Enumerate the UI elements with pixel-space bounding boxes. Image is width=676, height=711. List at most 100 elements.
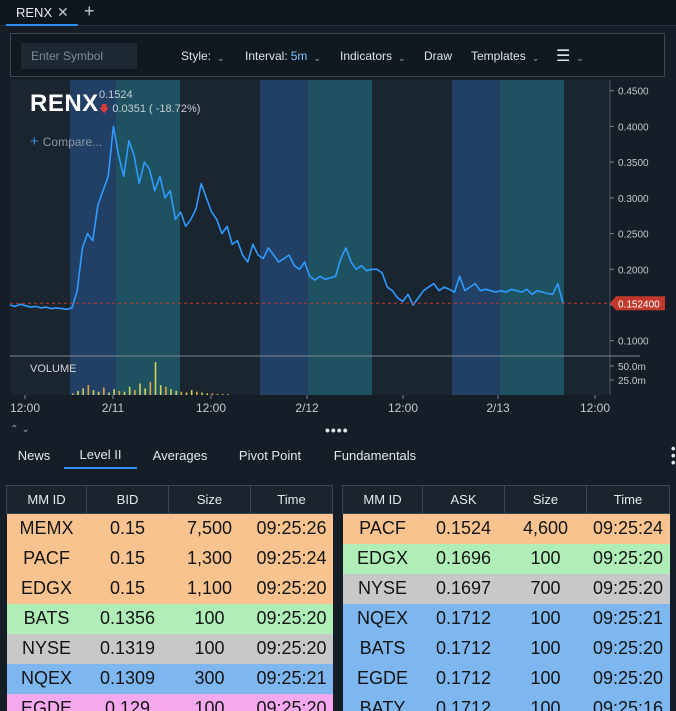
session-band (116, 80, 180, 395)
tab-pivot-point-label: Pivot Point (238, 447, 302, 463)
volume-bar (211, 393, 214, 395)
col-header[interactable]: MM ID (342, 485, 423, 514)
table-row[interactable]: NYSE 0.1319 100 09:25:20 (6, 633, 333, 664)
cell-time: 09:25:20 (250, 693, 333, 711)
cell-size: 100 (168, 633, 251, 664)
style-dropdown[interactable]: Style: ⌄ (181, 34, 225, 78)
table-row[interactable]: BATY 0.1712 100 09:25:16 (342, 693, 670, 711)
col-header[interactable]: Size (168, 485, 251, 514)
chevron-down-icon: ⌄ (217, 52, 225, 63)
x-tick-label: 12:00 (388, 401, 418, 415)
tab-renx[interactable]: RENX ✕ (6, 0, 78, 26)
table-row[interactable]: NQEX 0.1712 100 09:25:21 (342, 603, 670, 634)
volume-bar (118, 390, 121, 395)
tab-news[interactable]: News (6, 441, 62, 469)
templates-dropdown[interactable]: Templates ⌄ (471, 34, 539, 78)
chart-menu-button[interactable]: ☰ ⌄ (556, 34, 584, 78)
volume-bar (159, 385, 162, 395)
table-row[interactable]: PACF 0.1524 4,600 09:25:24 (342, 513, 670, 544)
tab-level-ii[interactable]: Level II (64, 441, 137, 469)
volume-bar (103, 387, 105, 395)
col-header[interactable]: Size (504, 485, 587, 514)
tab-level-ii-label: Level II (79, 446, 122, 462)
chart-canvas[interactable]: 0.4500 0.4000 0.3500 0.3000 0.2500 0.2000 0.15… (10, 80, 665, 420)
cell-price: 0.1712 (422, 693, 505, 711)
interval-dropdown[interactable]: Interval: 5m ⌄ (245, 34, 321, 78)
col-header[interactable]: ASK (422, 485, 505, 514)
cell-size: 100 (504, 663, 587, 694)
volume-bar (227, 394, 229, 395)
cell-size: 100 (168, 603, 251, 634)
y-tick-label: 0.3500 (618, 158, 649, 169)
session-band (308, 80, 372, 395)
tab-averages[interactable]: Averages (142, 441, 218, 469)
cell-price: 0.15 (86, 543, 169, 574)
cell-price: 0.1309 (86, 663, 169, 694)
cell-mm: EDGX (6, 573, 87, 604)
collapse-toggle[interactable]: ⌃⌄ (10, 424, 33, 435)
volume-bar (87, 385, 90, 395)
draw-label: Draw (424, 49, 453, 63)
table-row[interactable]: BATS 0.1712 100 09:25:20 (342, 633, 670, 664)
cell-mm: BATS (6, 603, 87, 634)
cell-price: 0.1712 (422, 603, 505, 634)
volume-bar (97, 391, 100, 395)
col-header[interactable]: Time (586, 485, 670, 514)
cell-size: 100 (504, 603, 587, 634)
table-row[interactable]: EDGX 0.15 1,100 09:25:20 (6, 573, 333, 604)
cell-price: 0.1319 (86, 633, 169, 664)
draw-button[interactable]: Draw (424, 34, 452, 78)
price-change-value: 0.0351 ( -18.72%) (112, 103, 201, 115)
style-label: Style: (181, 49, 212, 63)
cell-time: 09:25:21 (586, 603, 670, 634)
table-row[interactable]: EDGX 0.1696 100 09:25:20 (342, 543, 670, 574)
volume-bar (154, 362, 157, 395)
col-header[interactable]: MM ID (6, 485, 87, 514)
bid-table: MM ID BID Size Time MEMX 0.15 7,500 09:25:2… (6, 485, 333, 711)
chart-symbol: RENX (30, 90, 99, 117)
cell-mm: NYSE (6, 633, 87, 664)
table-row[interactable]: MEMX 0.15 7,500 09:25:26 (6, 513, 333, 544)
tab-fundamentals[interactable]: Fundamentals (322, 441, 428, 469)
volume-bar (139, 383, 141, 395)
price-chart[interactable]: 0.4500 0.4000 0.3500 0.3000 0.2500 0.2000 0.15… (10, 80, 665, 420)
close-icon[interactable]: ✕ (57, 4, 69, 21)
tab-label: RENX (16, 4, 53, 20)
panel-resize-handle[interactable]: •••• (325, 422, 349, 438)
volume-tick-label: 25.0m (618, 376, 646, 387)
cell-mm: MEMX (6, 513, 87, 544)
cell-size: 1,300 (168, 543, 251, 574)
table-row[interactable]: EGDE 0.1712 100 09:25:20 (342, 663, 670, 694)
cell-time: 09:25:24 (586, 513, 670, 544)
x-tick-label: 2/12 (295, 401, 319, 415)
cell-time: 09:25:20 (586, 663, 670, 694)
volume-bar (128, 386, 131, 395)
cell-mm: EGDE (342, 663, 423, 694)
chevron-down-icon: ⌄ (531, 52, 540, 63)
table-row[interactable]: NYSE 0.1697 700 09:25:20 (342, 573, 670, 604)
volume-tick-label: 50.0m (618, 362, 646, 373)
table-row[interactable]: EGDE 0.129 100 09:25:20 (6, 693, 333, 711)
col-header[interactable]: Time (250, 485, 333, 514)
volume-bar (77, 390, 79, 395)
y-tick-label: 0.1000 (618, 337, 649, 348)
volume-bar (185, 392, 188, 395)
symbol-input[interactable] (21, 43, 137, 69)
col-header[interactable]: BID (86, 485, 169, 514)
cell-price: 0.129 (86, 693, 169, 711)
volume-bar (206, 393, 208, 395)
y-tick-label: 0.4500 (618, 87, 649, 98)
interval-label: Interval: (245, 49, 288, 63)
plus-icon: + (30, 133, 39, 150)
tab-pivot-point[interactable]: Pivot Point (226, 441, 314, 469)
table-row[interactable]: BATS 0.1356 100 09:25:20 (6, 603, 333, 634)
cell-price: 0.1696 (422, 543, 505, 574)
table-row[interactable]: PACF 0.15 1,300 09:25:24 (6, 543, 333, 574)
volume-bar (123, 391, 126, 395)
compare-button[interactable]: + Compare... (30, 133, 102, 150)
indicators-dropdown[interactable]: Indicators ⌄ (340, 34, 406, 78)
y-tick-label: 0.2500 (618, 230, 649, 241)
volume-bar (82, 388, 84, 395)
table-row[interactable]: NQEX 0.1309 300 09:25:21 (6, 663, 333, 694)
add-tab-icon[interactable]: + (84, 1, 95, 22)
